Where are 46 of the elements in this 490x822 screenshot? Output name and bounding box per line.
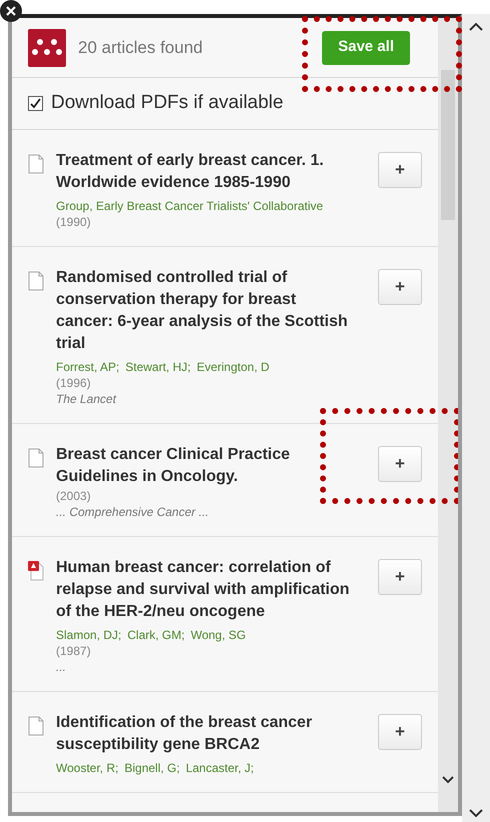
close-button[interactable] bbox=[0, 0, 22, 22]
article-year: (2003) bbox=[56, 488, 92, 504]
add-button[interactable]: + bbox=[378, 446, 422, 482]
articles-count: 20 articles found bbox=[78, 36, 204, 59]
add-button[interactable]: + bbox=[378, 269, 422, 305]
download-label: Download PDFs if available bbox=[51, 91, 284, 116]
article-title[interactable]: Treatment of early breast cancer. 1. Worldwide evidence 1985-1990 bbox=[56, 150, 350, 194]
document-icon bbox=[28, 716, 44, 736]
scroll-thumb[interactable] bbox=[441, 70, 455, 220]
app-logo-icon bbox=[28, 28, 66, 66]
add-button[interactable]: + bbox=[378, 152, 422, 188]
scroll-down-icon[interactable] bbox=[468, 808, 484, 818]
add-button[interactable]: + bbox=[378, 714, 422, 750]
author-link[interactable]: Everington, D bbox=[196, 359, 270, 375]
article-title[interactable]: Randomised controlled trial of conservation therapy for breast cancer: 6-year analysis of the Scottish trial bbox=[56, 267, 350, 355]
document-icon bbox=[28, 271, 44, 291]
add-button[interactable]: + bbox=[378, 559, 422, 595]
check-icon bbox=[30, 98, 41, 109]
author-link[interactable]: Forrest, AP; bbox=[56, 359, 120, 375]
journal-name: ... Comprehensive Cancer ... bbox=[56, 504, 210, 520]
author-link[interactable]: Stewart, HJ; bbox=[125, 359, 191, 375]
author-link[interactable]: Slamon, DJ; bbox=[56, 627, 122, 643]
article-year: (1996) bbox=[56, 375, 92, 391]
scroll-down-icon[interactable] bbox=[441, 775, 455, 784]
author-link[interactable]: Lancaster, J; bbox=[186, 760, 254, 776]
author-link[interactable]: Bignell, G; bbox=[124, 760, 180, 776]
author-link[interactable]: Wong, SG bbox=[190, 627, 246, 643]
journal-name: ... bbox=[56, 659, 68, 675]
scroll-up-icon[interactable] bbox=[468, 22, 484, 32]
author-link[interactable]: Group, Early Breast Cancer Trialists' Collaborative bbox=[56, 198, 324, 214]
article-title[interactable]: Breast cancer Clinical Practice Guidelines in Oncology. bbox=[56, 444, 350, 488]
author-link[interactable]: Clark, GM; bbox=[127, 627, 185, 643]
article-title[interactable]: Identification of the breast cancer susceptibility gene BRCA2 bbox=[56, 712, 350, 756]
article-year: (1987) bbox=[56, 643, 92, 659]
document-icon bbox=[28, 448, 44, 468]
article-title[interactable]: Human breast cancer: correlation of relapse and survival with amplification of the HER-2/neu oncogene bbox=[56, 557, 350, 623]
close-icon bbox=[6, 6, 16, 16]
save-all-button[interactable]: Save all bbox=[322, 30, 410, 64]
journal-name: The Lancet bbox=[56, 391, 118, 407]
panel-scrollbar[interactable] bbox=[438, 18, 458, 812]
pdf-file-icon bbox=[28, 561, 44, 581]
article-year: (1990) bbox=[56, 214, 92, 230]
download-checkbox[interactable] bbox=[28, 96, 43, 111]
page-scrollbar[interactable] bbox=[462, 14, 490, 822]
author-link[interactable]: Wooster, R; bbox=[56, 760, 118, 776]
document-icon bbox=[28, 154, 44, 174]
